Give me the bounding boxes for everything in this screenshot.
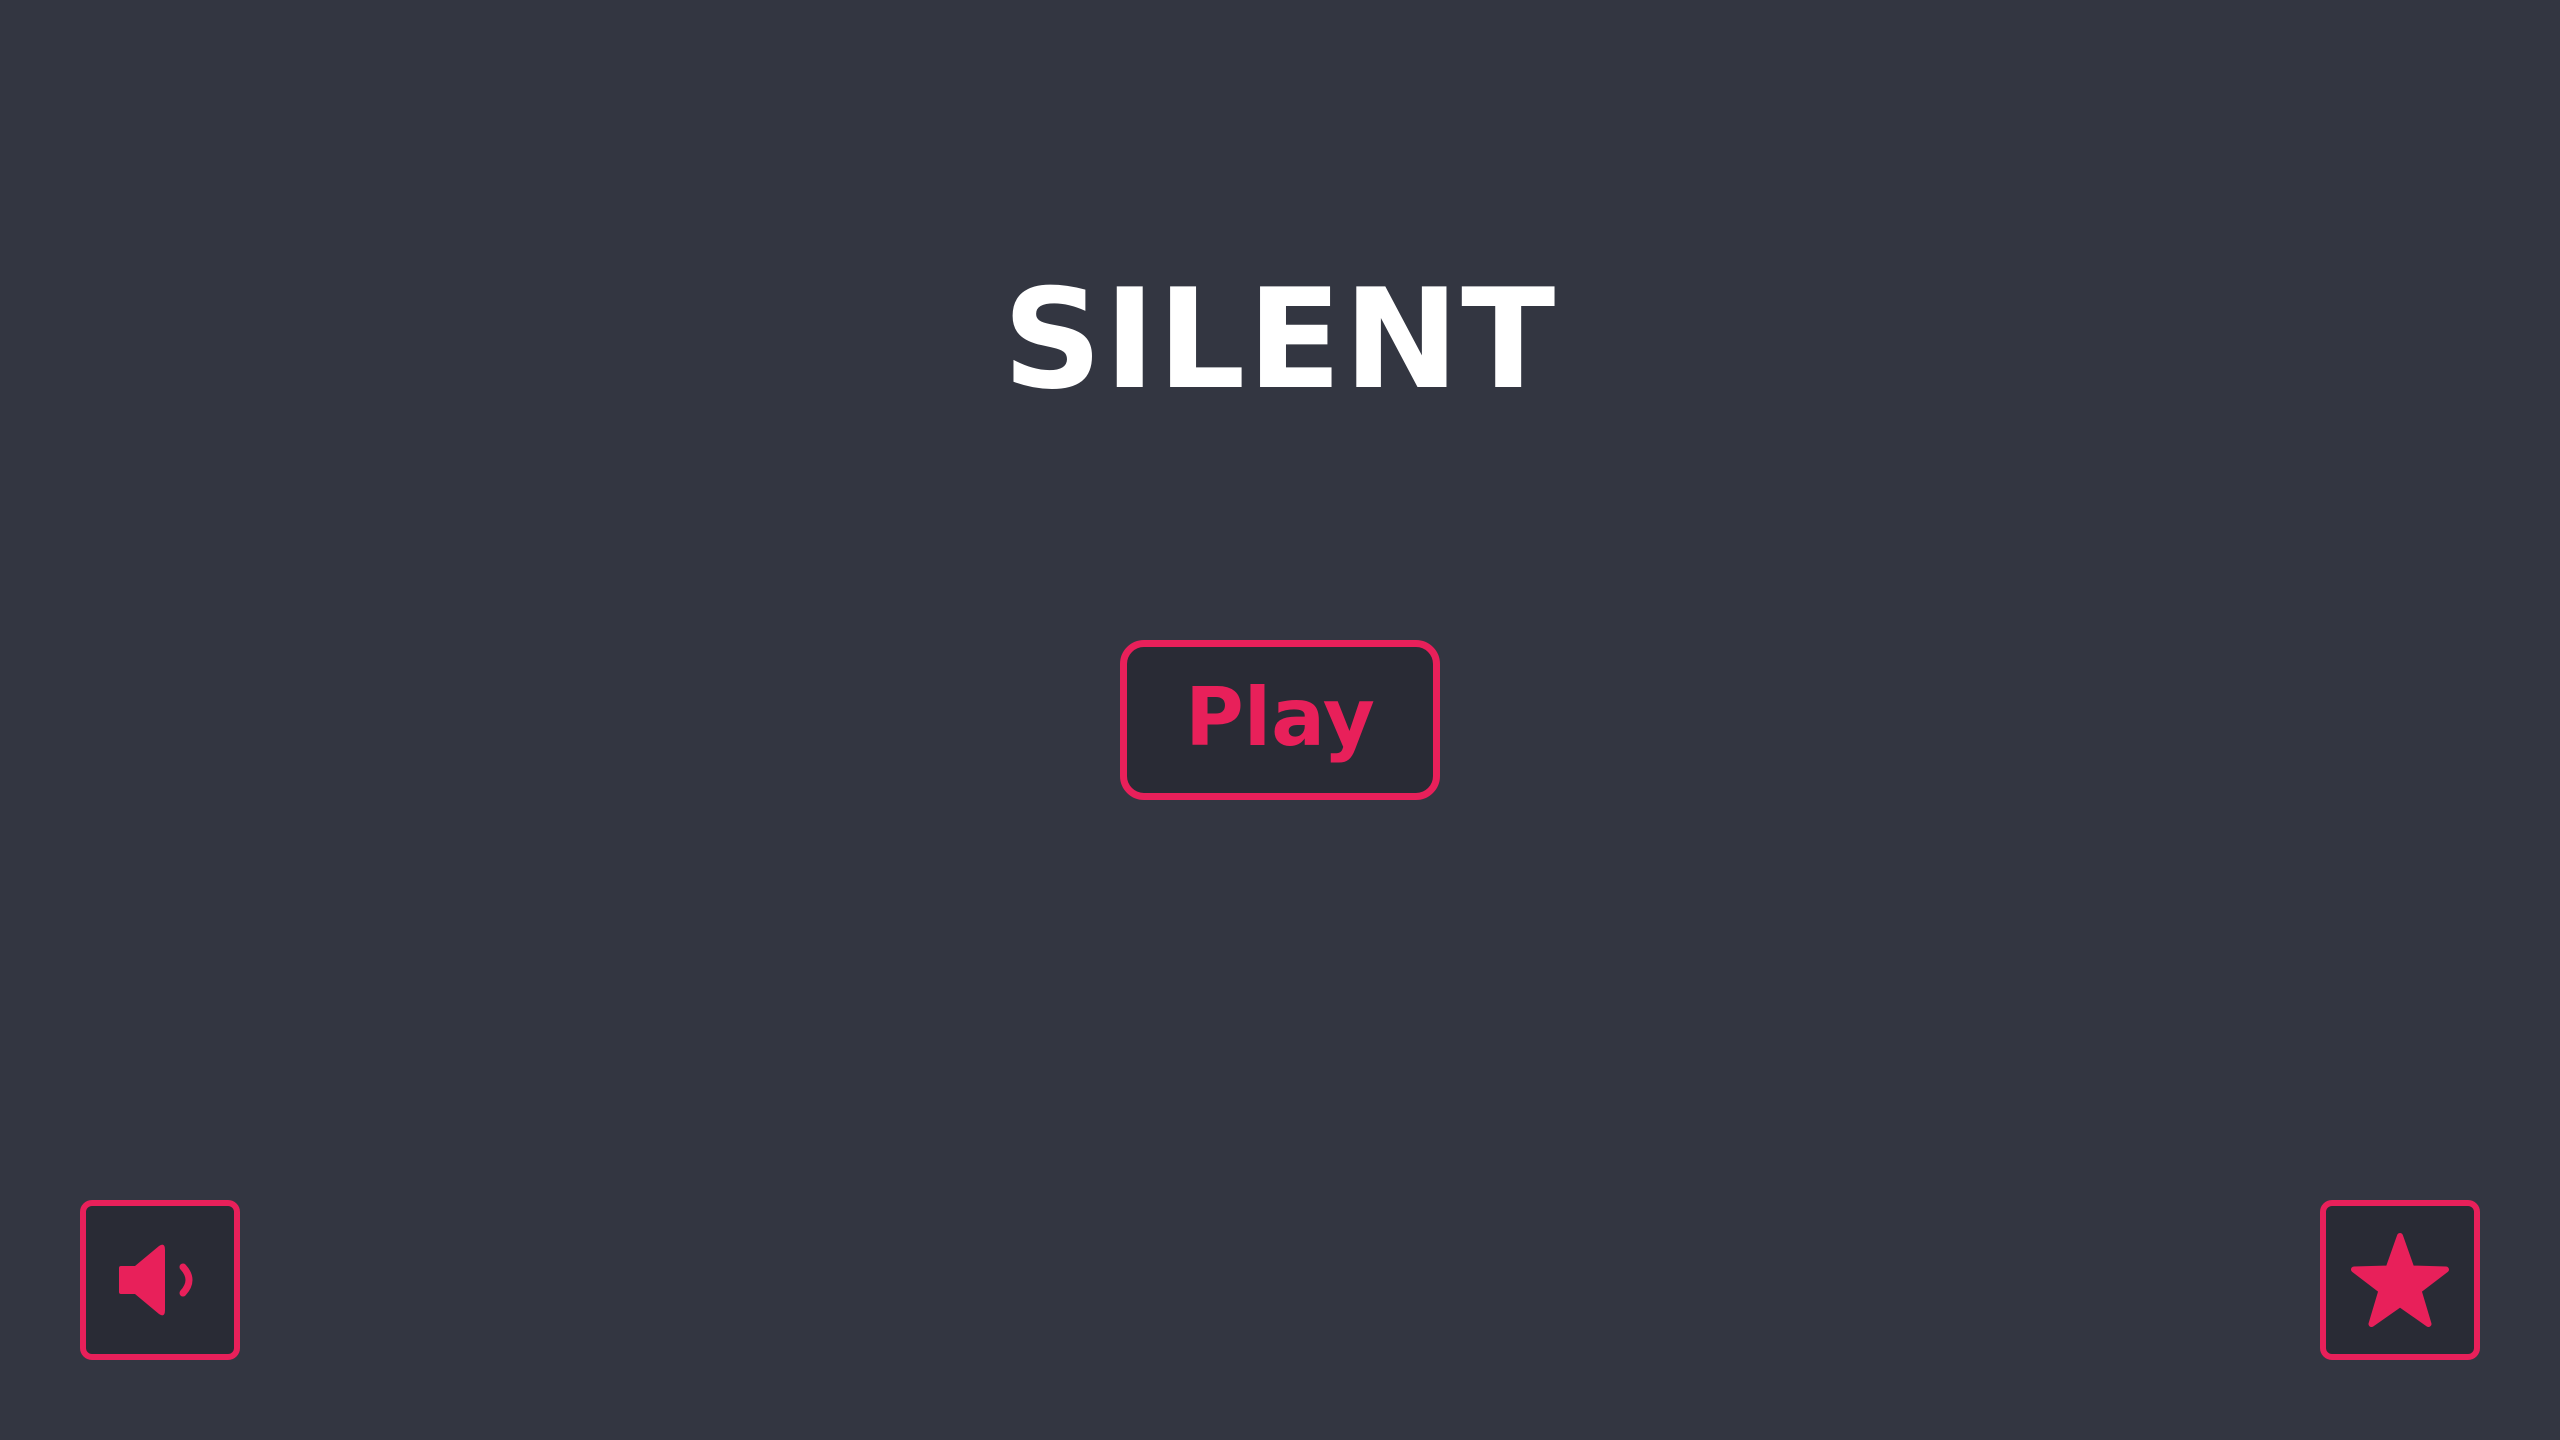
sound-button[interactable] — [80, 1200, 240, 1360]
speaker-icon — [119, 1244, 193, 1316]
game-title: SILENT — [1002, 259, 1558, 420]
favorites-button[interactable] — [2320, 1200, 2480, 1360]
star-icon — [2351, 1233, 2449, 1327]
main-menu-screen: SILENT Play — [0, 0, 2560, 1440]
play-button[interactable]: Play — [1120, 640, 1440, 800]
